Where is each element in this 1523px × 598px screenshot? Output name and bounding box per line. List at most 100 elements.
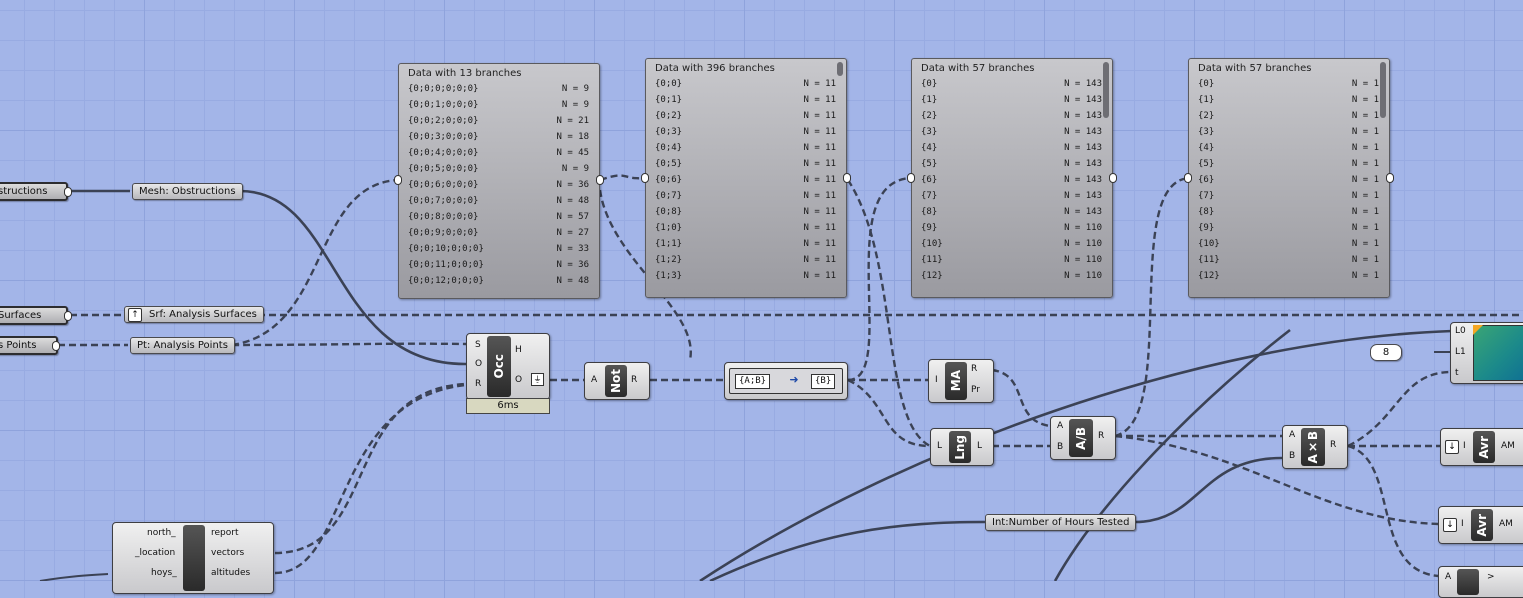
panel-title: Data with 57 branches <box>921 63 1035 74</box>
panel-row: {10} N = 1 <box>1198 236 1379 252</box>
mesh-obstructions-param[interactable]: Mesh: Obstructions <box>132 183 243 200</box>
list-length-component[interactable]: L Lng L <box>930 428 994 466</box>
not-component[interactable]: A Not R <box>584 362 650 400</box>
average-component-1[interactable]: ↓ I Avr AM <box>1440 428 1523 466</box>
mul-core: A×B <box>1301 428 1325 466</box>
panel-row: {0;0;8;0;0;0} N = 57 <box>408 209 589 225</box>
number-value-param[interactable]: 8 <box>1370 344 1402 361</box>
branch-path: {5} <box>921 159 938 169</box>
sunpath-component[interactable]: north_ _location hoys_ report vectors al… <box>112 522 274 594</box>
panel-row: {0;0;6;0;0;0} N = 36 <box>408 177 589 193</box>
not-label: Not <box>609 368 623 394</box>
panel-scrollbar[interactable] <box>1380 62 1386 118</box>
branch-count: N = 48 <box>556 196 589 206</box>
data-panel-4[interactable]: Data with 57 branches {0} N = 1 {1} N = 1 {2… <box>1188 58 1390 298</box>
panel3-input-grip[interactable] <box>907 173 915 183</box>
mul-output: R <box>1330 440 1337 450</box>
panel-row: {3} N = 143 <box>921 124 1102 140</box>
data-panel-2[interactable]: Data with 396 branches {0;0} N = 11 {0;1} N… <box>645 58 847 298</box>
branch-count: N = 11 <box>803 111 836 121</box>
branch-path: {0;2} <box>655 111 683 121</box>
occlusion-component[interactable]: S O R Occ H O ⏚ <box>466 333 550 400</box>
srf-analysis-param[interactable]: ↑ Srf: Analysis Surfaces <box>124 306 264 323</box>
panel2-output-grip[interactable] <box>843 173 851 183</box>
ma-input: I <box>935 375 938 385</box>
panel4-output-grip[interactable] <box>1386 173 1394 183</box>
branch-count: N = 110 <box>1064 271 1102 281</box>
mul-input-b: B <box>1289 451 1296 461</box>
branch-path: {0;3} <box>655 127 683 137</box>
panel-row: {1;2} N = 11 <box>655 252 836 268</box>
panel-row: {0;0;2;0;0;0} N = 21 <box>408 113 589 129</box>
branch-path: {12} <box>1198 271 1220 281</box>
panel-row: {6} N = 143 <box>921 172 1102 188</box>
flatten-icon: ↓ <box>1445 440 1459 454</box>
panel4-input-grip[interactable] <box>1184 173 1192 183</box>
panel-row: {0;8} N = 11 <box>655 204 836 220</box>
lng-output: L <box>977 441 983 451</box>
pt-analysis-param[interactable]: Pt: Analysis Points <box>130 337 235 354</box>
branch-count: N = 1 <box>1351 207 1379 217</box>
panel-row: {1} N = 143 <box>921 92 1102 108</box>
multiplication-component[interactable]: A B A×B R <box>1282 425 1348 469</box>
branch-path: {0;0;10;0;0;0} <box>408 244 484 254</box>
panel-scrollbar[interactable] <box>1103 62 1109 118</box>
branch-path: {0;0;8;0;0;0} <box>408 212 479 222</box>
panel1-output-grip[interactable] <box>596 175 604 185</box>
srf-analysis-label: Srf: Analysis Surfaces <box>149 309 257 320</box>
panel-row: {1;3} N = 11 <box>655 268 836 284</box>
occ-time-badge: 6ms <box>466 398 550 414</box>
branch-path: {11} <box>1198 255 1220 265</box>
surfaces-output-param[interactable]: Surfaces <box>0 306 68 325</box>
panel-scrollbar[interactable] <box>837 62 843 76</box>
branch-count: N = 1 <box>1351 95 1379 105</box>
branch-path: {0} <box>1198 79 1215 89</box>
data-panel-1[interactable]: Data with 13 branches {0;0;0;0;0;0} N = 9… <box>398 63 600 299</box>
surfaces-output-grip[interactable] <box>64 311 72 321</box>
obstructions-output-label: structions <box>0 186 48 197</box>
panel-row: {0;5} N = 11 <box>655 156 836 172</box>
branch-count: N = 27 <box>556 228 589 238</box>
points-output-grip[interactable] <box>52 341 60 351</box>
panel-row: {11} N = 1 <box>1198 252 1379 268</box>
panel-title: Data with 13 branches <box>408 68 522 79</box>
path-mapper-component[interactable]: {A;B} ➜ {B} <box>724 362 848 400</box>
division-component[interactable]: A B A/B R <box>1050 416 1116 460</box>
panel-row: {0;0;10;0;0;0} N = 33 <box>408 241 589 257</box>
gradient-component[interactable]: L0 L1 t <box>1450 322 1523 384</box>
panel3-output-grip[interactable] <box>1109 173 1117 183</box>
panel2-input-grip[interactable] <box>641 173 649 183</box>
sun-core <box>183 525 205 591</box>
ma-core: MA <box>945 362 967 400</box>
comparison-component[interactable]: A > <box>1438 566 1523 598</box>
average-component-2[interactable]: ↓ I Avr AM <box>1438 506 1523 544</box>
branch-path: {0;0} <box>655 79 683 89</box>
branch-count: N = 143 <box>1064 207 1102 217</box>
branch-path: {9} <box>1198 223 1215 233</box>
avr2-output: AM <box>1499 519 1513 529</box>
path-source[interactable]: {A;B} <box>735 374 771 389</box>
branch-path: {10} <box>921 239 943 249</box>
branch-path: {0;0;11;0;0;0} <box>408 260 484 270</box>
panel-row: {2} N = 1 <box>1198 108 1379 124</box>
branch-count: N = 1 <box>1351 191 1379 201</box>
mass-addition-component[interactable]: I MA R Pr <box>928 359 994 403</box>
branch-count: N = 48 <box>556 276 589 286</box>
wire-hours-to-mul <box>709 520 986 581</box>
points-output-param[interactable]: s Points <box>0 336 58 355</box>
path-target[interactable]: {B} <box>811 374 836 389</box>
panel1-input-grip[interactable] <box>394 175 402 185</box>
panel-row: {0;0;5;0;0;0} N = 9 <box>408 161 589 177</box>
branch-count: N = 1 <box>1351 159 1379 169</box>
branch-count: N = 143 <box>1064 159 1102 169</box>
bottom-input: A <box>1445 572 1452 582</box>
branch-count: N = 1 <box>1351 239 1379 249</box>
obstructions-output-grip[interactable] <box>64 187 72 197</box>
panel-row: {0;3} N = 11 <box>655 124 836 140</box>
gradient-input-l0: L0 <box>1455 326 1466 336</box>
number-of-hours-param[interactable]: Int:Number of Hours Tested <box>985 514 1137 531</box>
data-panel-3[interactable]: Data with 57 branches {0} N = 143 {1} N = 1… <box>911 58 1113 298</box>
branch-count: N = 11 <box>803 207 836 217</box>
obstructions-output-param[interactable]: structions <box>0 182 68 201</box>
wire-mul-to-bottom <box>1347 444 1439 578</box>
